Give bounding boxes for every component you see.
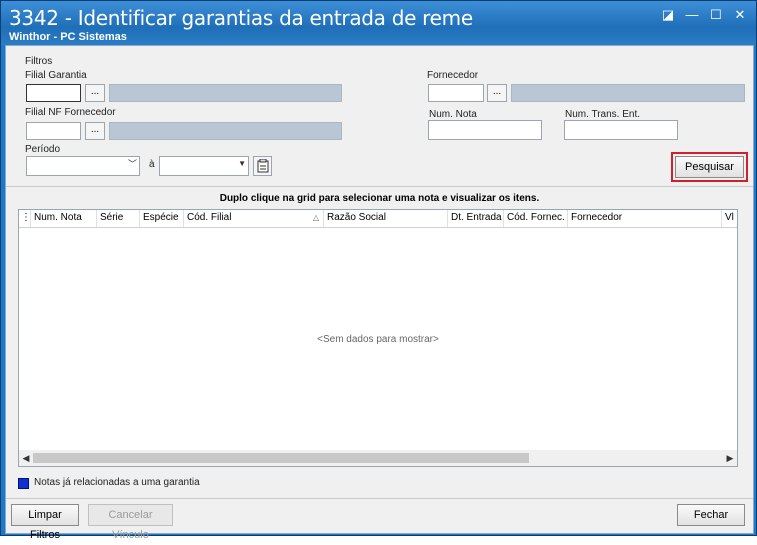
title-bar[interactable]: 3342 - Identificar garantias da entrada … [1,1,756,45]
grid-header: ⋮ Num. Nota Série Espécie Cód. Filial △ … [19,210,737,228]
scroll-right-icon[interactable]: ▶ [723,451,737,465]
periodo-start-date[interactable]: ﹀ [26,156,140,176]
column-fornecedor[interactable]: Fornecedor [568,210,722,227]
column-dt-entrada[interactable]: Dt. Entrada [448,210,504,227]
footer-divider [6,498,753,499]
periodo-label: Período [25,144,61,155]
client-area: Filtros Filial Garantia ... Filial NF Fo… [5,45,754,541]
column-num-nota[interactable]: Num. Nota [31,210,97,227]
column-cod-filial[interactable]: Cód. Filial △ [184,210,324,227]
column-serie[interactable]: Série [97,210,140,227]
cancel-link-button[interactable]: Cancelar Vínculo [88,504,173,541]
close-icon[interactable]: ✕ [730,7,750,23]
filial-garantia-description [109,84,342,102]
horizontal-scrollbar[interactable]: ◀ ▶ [19,450,737,466]
divider [6,186,753,187]
filial-nf-lookup-button[interactable]: ... [85,122,105,140]
fornecedor-input[interactable] [428,84,484,102]
window-title: 3342 - Identificar garantias da entrada … [9,6,473,30]
fornecedor-description [511,84,745,102]
grid-menu-icon[interactable]: ⋮ [19,210,31,227]
num-trans-input[interactable] [564,120,678,140]
filial-garantia-label: Filial Garantia [25,70,87,81]
filial-garantia-input[interactable] [26,84,81,102]
legend-color-swatch [18,478,29,489]
scroll-left-icon[interactable]: ◀ [19,451,33,465]
legend-text: Notas já relacionadas a uma garantia [34,477,200,488]
filters-group-label: Filtros [25,56,53,67]
grid-empty-text: <Sem dados para mostrar> [317,334,439,345]
filial-garantia-lookup-button[interactable]: ... [85,84,105,102]
column-razao-social[interactable]: Razão Social [324,210,448,227]
fornecedor-label: Fornecedor [427,70,479,81]
grid-hint: Duplo clique na grid para selecionar uma… [219,193,540,204]
results-grid[interactable]: ⋮ Num. Nota Série Espécie Cód. Filial △ … [18,209,738,467]
search-button[interactable]: Pesquisar [675,156,744,178]
periodo-end-date[interactable]: ▼ [159,156,249,176]
sort-asc-icon: △ [312,213,319,222]
filial-nf-input[interactable] [26,122,81,140]
num-nota-input[interactable] [428,120,542,140]
fornecedor-lookup-button[interactable]: ... [487,84,507,102]
close-button[interactable]: Fechar [677,504,745,526]
column-cod-filial-label: Cód. Filial [187,212,232,223]
maximize-icon[interactable]: ☐ [706,7,726,23]
column-especie[interactable]: Espécie [140,210,184,227]
calendar-icon[interactable] [253,156,272,176]
window-subtitle: Winthor - PC Sistemas [9,31,127,43]
clear-filters-button[interactable]: Limpar Filtros [11,504,79,541]
num-nota-label: Num. Nota [429,109,477,120]
column-cod-fornec[interactable]: Cód. Fornec. [504,210,568,227]
scroll-thumb[interactable] [33,453,529,463]
restore-icon[interactable]: ◪ [658,7,678,23]
column-vl[interactable]: Vl [722,210,737,227]
minimize-icon[interactable]: — [682,7,702,23]
periodo-separator: à [149,159,155,170]
num-trans-label: Num. Trans. Ent. [565,109,641,120]
chevron-down-icon[interactable]: ﹀ [128,157,137,170]
dropdown-arrow-icon[interactable]: ▼ [238,159,246,168]
filial-nf-description [109,122,342,140]
filial-nf-label: Filial NF Fornecedor [25,107,116,118]
main-window: 3342 - Identificar garantias da entrada … [0,0,757,541]
